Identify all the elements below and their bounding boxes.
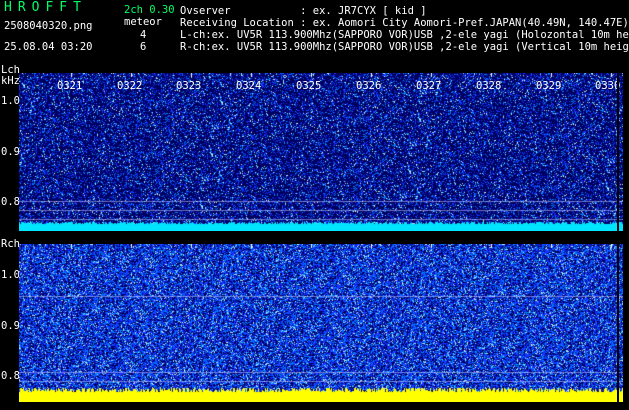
lch-unit: kHz bbox=[1, 75, 20, 87]
time-tick-0327: 0327 bbox=[416, 80, 442, 92]
lch-ytick-0-8: 0.8 bbox=[1, 196, 20, 208]
observer-line: Ovserver : ex. JR7CYX [ kid ] bbox=[180, 5, 427, 17]
count-l: 4 bbox=[140, 29, 147, 41]
count-r: 6 bbox=[140, 41, 147, 53]
lch-spectrogram bbox=[19, 73, 623, 231]
rch-ytick-0-9: 0.9 bbox=[1, 320, 20, 332]
time-tick-0328: 0328 bbox=[476, 80, 502, 92]
rch-edge-marker bbox=[617, 244, 619, 402]
lch-description: L-ch:ex. UV5R 113.900Mhz(SAPPORO VOR)USB… bbox=[180, 29, 629, 41]
time-tick-0324: 0324 bbox=[236, 80, 262, 92]
time-tick-0322: 0322 bbox=[117, 80, 143, 92]
lch-edge-marker bbox=[617, 73, 619, 231]
version-label: 2ch 0.30 bbox=[124, 4, 175, 16]
hrofft-window: HROFFT 2ch 0.30 2508040320.png meteor 4 … bbox=[0, 0, 629, 410]
lch-ytick-1-0: 1.0 bbox=[1, 95, 20, 107]
location-line: Receiving Location : ex. Aomori City Aom… bbox=[180, 17, 629, 29]
time-tick-0325: 0325 bbox=[296, 80, 322, 92]
rch-label: Rch bbox=[1, 238, 20, 250]
time-tick-0326: 0326 bbox=[356, 80, 382, 92]
time-tick-0329: 0329 bbox=[536, 80, 562, 92]
app-name: HROFFT bbox=[4, 0, 87, 15]
lch-ytick-0-9: 0.9 bbox=[1, 146, 20, 158]
rch-ytick-1-0: 1.0 bbox=[1, 269, 20, 281]
mode-label: meteor bbox=[124, 16, 162, 28]
rch-description: R-ch:ex. UV5R 113.900Mhz(SAPPORO VOR)USB… bbox=[180, 41, 629, 53]
datetime-label: 25.08.04 03:20 bbox=[4, 41, 93, 53]
rch-ytick-0-8: 0.8 bbox=[1, 370, 20, 382]
rch-spectrogram bbox=[19, 244, 623, 402]
time-tick-0321: 0321 bbox=[57, 80, 83, 92]
filename-label: 2508040320.png bbox=[4, 20, 93, 32]
time-tick-0323: 0323 bbox=[176, 80, 202, 92]
